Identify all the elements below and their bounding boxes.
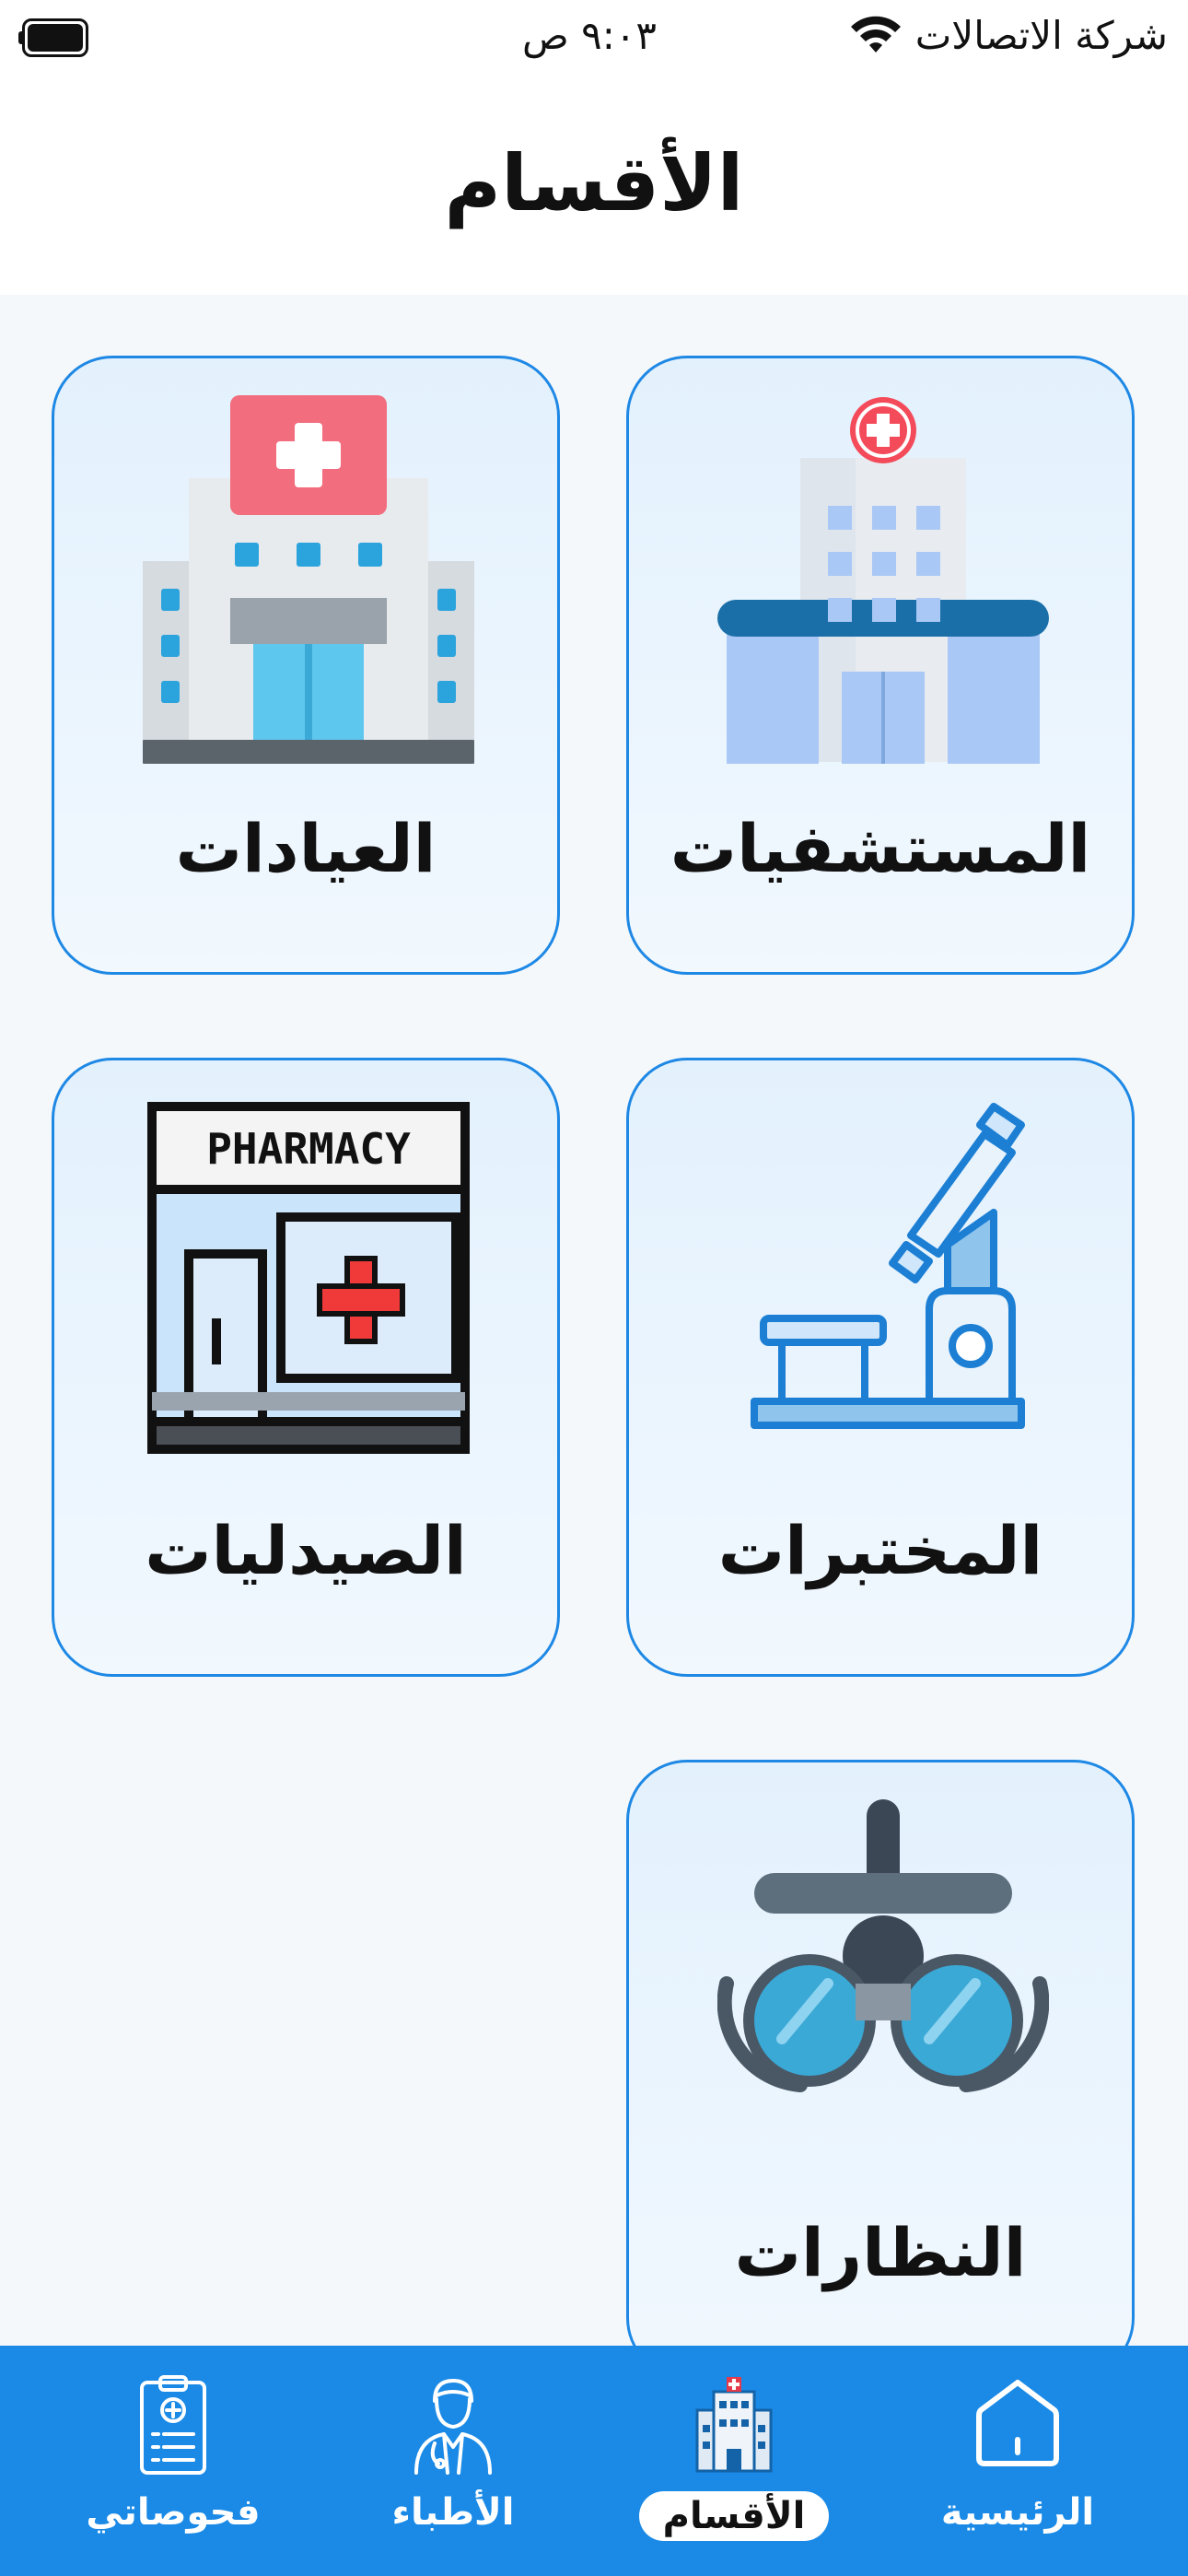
section-card-pharmacies[interactable]: PHARMACY الصيدليات [52,1058,560,1677]
nav-label: الأطباء [391,2491,515,2534]
hospital-icon [717,397,1049,764]
nav-label: فحوصاتي [86,2491,261,2534]
nav-item-sections[interactable]: الأقسام [605,2364,863,2567]
nav-label: الرئيسية [940,2491,1095,2534]
doctor-icon [414,2379,492,2475]
section-card-optics[interactable]: النظارات [626,1760,1135,2379]
wifi-icon [850,16,901,53]
building-icon [695,2377,773,2473]
section-label: العيادات [175,810,437,887]
carrier-group: شركة الاتصالات [849,13,1168,58]
nav-label: الأقسام [605,2491,863,2541]
carrier-name: شركة الاتصالات [914,13,1168,58]
clinic-building-icon [143,395,474,764]
section-label: المختبرات [717,1512,1043,1589]
nav-item-doctors[interactable]: الأطباء [324,2364,582,2567]
microscope-icon [751,1103,1025,1429]
clipboard-icon [140,2375,206,2475]
status-time: ٩:٠٣ ص [522,13,657,58]
status-bar: ٩:٠٣ ص شركة الاتصالات [0,0,1188,83]
pharmacy-sign-text: PHARMACY [206,1124,411,1174]
section-label: الصيدليات [145,1512,467,1589]
section-label: النظارات [734,2214,1027,2291]
pharmacy-icon: PHARMACY [147,1102,470,1454]
section-label: المستشفيات [670,810,1091,887]
nav-item-home[interactable]: الرئيسية [889,2364,1147,2567]
home-icon [976,2380,1059,2466]
sections-grid: المستشفيات العيادات المختبرات PHARMACY ا… [0,295,1188,2379]
bottom-nav: الرئيسية الأقسام الأطباء فحوصاتي [0,2346,1188,2576]
battery-icon [18,18,92,57]
section-card-hospitals[interactable]: المستشفيات [626,356,1135,975]
section-card-labs[interactable]: المختبرات [626,1058,1135,1677]
header: الأقسام [0,83,1188,295]
eyeglasses-icon [717,1799,1049,2092]
section-card-clinics[interactable]: العيادات [52,356,560,975]
nav-item-my-tests[interactable]: فحوصاتي [44,2364,302,2567]
page-title: الأقسام [444,138,744,228]
